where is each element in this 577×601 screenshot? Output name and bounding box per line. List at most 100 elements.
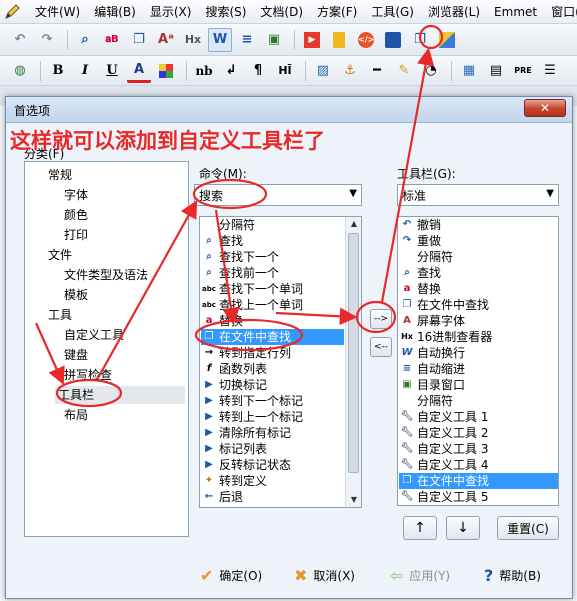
list-item[interactable]: A 屏幕字体 bbox=[399, 313, 465, 329]
scroll-thumb[interactable] bbox=[348, 233, 359, 473]
paragraph-icon[interactable]: ¶ bbox=[246, 59, 270, 83]
tree-item-custom-tools[interactable]: 自定义工具 bbox=[61, 326, 127, 344]
command-list[interactable]: 分隔符 ⌕ 查找 ⌕ 查找下一个 ⌕ 查找前一个 abc 查找下一个单词 abc 查找上一… bbox=[199, 216, 362, 508]
tree-item-general[interactable]: 常规 bbox=[45, 166, 75, 184]
list-item[interactable]: 🔧︎ 自定义工具 3 bbox=[399, 441, 489, 457]
list-item[interactable]: ▶ 转到下一个标记 bbox=[201, 393, 303, 409]
font-color-icon[interactable]: A bbox=[127, 59, 151, 83]
word-wrap-icon[interactable]: W bbox=[208, 27, 232, 52]
tree-item-toolbars[interactable]: 工具栏 bbox=[55, 386, 185, 404]
table-icon[interactable]: ▦ bbox=[457, 59, 481, 83]
list-item[interactable]: 🔧︎ 自定义工具 5 bbox=[399, 489, 489, 505]
screen-font-icon[interactable]: Aᵃ bbox=[154, 28, 178, 52]
find-icon[interactable]: ⌕ bbox=[73, 28, 97, 52]
menu-document[interactable]: 文档(D) bbox=[253, 3, 310, 20]
nobreak-icon[interactable]: nb bbox=[192, 59, 216, 83]
list-item[interactable]: ⌕ 查找下一个 bbox=[201, 249, 279, 265]
tree-item-color[interactable]: 颜色 bbox=[61, 206, 91, 224]
tree-item-font[interactable]: 字体 bbox=[61, 186, 91, 204]
list-item[interactable]: ❐ 在文件中查找 bbox=[399, 297, 490, 313]
cancel-button[interactable]: ✖ 取消(X) bbox=[294, 566, 355, 585]
tree-item-templates[interactable]: 模板 bbox=[61, 286, 91, 304]
reset-button[interactable]: 重置(C) bbox=[497, 516, 559, 540]
menu-browser[interactable]: 浏览器(L) bbox=[421, 3, 487, 20]
bookmark-icon[interactable] bbox=[327, 28, 351, 52]
code-icon[interactable]: </> bbox=[354, 28, 378, 52]
scroll-up-icon[interactable]: ▲ bbox=[346, 217, 361, 231]
list-item[interactable]: W 自动换行 bbox=[399, 345, 465, 361]
list-item-selected[interactable]: ❐ 在文件中查找 bbox=[201, 329, 344, 345]
list-item[interactable]: ≡ 自动缩进 bbox=[399, 361, 465, 377]
comment-icon[interactable]: ◔ bbox=[419, 59, 443, 83]
tree-item-layout[interactable]: 布局 bbox=[61, 406, 91, 424]
close-button[interactable]: ✕ bbox=[524, 99, 566, 117]
tree-item-tools[interactable]: 工具 bbox=[45, 306, 75, 324]
bold-icon[interactable]: B bbox=[46, 59, 70, 83]
menu-emmet[interactable]: Emmet bbox=[487, 5, 544, 19]
tree-item-print[interactable]: 打印 bbox=[61, 226, 91, 244]
toolbar-item-list[interactable]: ↶ 撤销 ↷ 重做 分隔符 ⌕ 查找 a 替换 ❐ 在文件中查找 A 屏幕字体 Hx 16进制… bbox=[397, 216, 559, 506]
list-icon[interactable]: ☰ bbox=[538, 59, 562, 83]
list-item[interactable]: a 替换 bbox=[399, 281, 441, 297]
terminal-icon[interactable] bbox=[381, 28, 405, 52]
list-item[interactable]: Hx 16进制查看器 bbox=[399, 329, 492, 345]
list-item[interactable]: ↶ 撤销 bbox=[399, 217, 441, 233]
scroll-down-icon[interactable]: ▼ bbox=[346, 493, 361, 507]
list-item[interactable]: 分隔符 bbox=[201, 217, 255, 233]
move-down-button[interactable]: ↓ bbox=[446, 516, 480, 540]
list-item[interactable]: abc 查找上一个单词 bbox=[201, 297, 303, 313]
pre-icon[interactable]: PRE bbox=[511, 59, 535, 83]
underline-icon[interactable]: U bbox=[100, 59, 124, 83]
tree-item-filetypes[interactable]: 文件类型及语法 bbox=[61, 266, 151, 284]
menu-search[interactable]: 搜索(S) bbox=[198, 3, 253, 20]
list-item[interactable]: 🔧︎ 自定义工具 4 bbox=[399, 457, 489, 473]
menu-view[interactable]: 显示(X) bbox=[143, 3, 199, 20]
list-item[interactable]: → 转到指定行列 bbox=[201, 345, 291, 361]
list-item[interactable]: 分隔符 bbox=[399, 393, 453, 409]
list-item[interactable]: ✦ 转到定义 bbox=[201, 473, 267, 489]
menu-file[interactable]: 文件(W) bbox=[28, 3, 87, 20]
toolbar-select[interactable]: 标准 ▼ bbox=[397, 184, 559, 206]
image-icon[interactable]: ▨ bbox=[311, 59, 335, 83]
menu-window[interactable]: 窗口(K) bbox=[544, 3, 577, 20]
directory-window-icon[interactable]: ▣ bbox=[262, 28, 286, 52]
ok-button[interactable]: ✔ 确定(O) bbox=[200, 566, 262, 585]
list-item[interactable]: ▶ 切换标记 bbox=[201, 377, 267, 393]
undo-icon[interactable]: ↶ bbox=[8, 28, 32, 52]
list-item[interactable]: f 函数列表 bbox=[201, 361, 267, 377]
list-item[interactable]: ⌕ 查找 bbox=[201, 233, 243, 249]
tree-item-keyboard[interactable]: 键盘 bbox=[61, 346, 91, 364]
list-item[interactable]: ▶ 反转标记状态 bbox=[201, 457, 291, 473]
add-to-toolbar-button[interactable]: --> bbox=[370, 309, 392, 329]
replace-icon[interactable]: 𝐚B bbox=[100, 28, 124, 52]
redo-icon[interactable]: ↷ bbox=[35, 28, 59, 52]
globe-icon[interactable]: ◍ bbox=[8, 59, 32, 83]
run-icon[interactable]: ▶ bbox=[300, 28, 324, 52]
pencil-icon[interactable]: ✎ bbox=[392, 59, 416, 83]
line-break-icon[interactable]: ↲ bbox=[219, 59, 243, 83]
italic-icon[interactable]: I bbox=[73, 59, 97, 83]
anchor-icon[interactable]: ⚓ bbox=[338, 59, 362, 83]
list-item[interactable]: 🔧︎ 自定义工具 2 bbox=[399, 425, 489, 441]
list-item[interactable]: ▶ 标记列表 bbox=[201, 441, 267, 457]
list-item[interactable]: ← 后退 bbox=[201, 489, 243, 505]
horizontal-rule-icon[interactable]: ━ bbox=[365, 59, 389, 83]
command-category-select[interactable]: 搜索 ▼ bbox=[194, 184, 362, 206]
list-item[interactable]: ⌕ 查找前一个 bbox=[201, 265, 279, 281]
list-item[interactable]: 分隔符 bbox=[399, 249, 453, 265]
form-icon[interactable]: ▤ bbox=[484, 59, 508, 83]
list-item[interactable]: ▶ 清除所有标记 bbox=[201, 425, 291, 441]
menu-edit[interactable]: 编辑(B) bbox=[87, 3, 143, 20]
tree-item-file[interactable]: 文件 bbox=[45, 246, 75, 264]
list-item[interactable]: a 替换 bbox=[201, 313, 243, 329]
find-in-files-icon[interactable]: ❐ bbox=[127, 28, 151, 52]
hex-viewer-icon[interactable]: Hx bbox=[181, 28, 205, 52]
help-button[interactable]: ? 帮助(B) bbox=[484, 566, 541, 585]
list-item[interactable]: ⌕ 查找 bbox=[399, 265, 441, 281]
apply-button[interactable]: ⇦ 应用(Y) bbox=[390, 566, 450, 585]
list-item-selected[interactable]: ❐ 在文件中查找 bbox=[399, 473, 558, 489]
list-item[interactable]: 🔧︎ 自定义工具 1 bbox=[399, 409, 489, 425]
app-pen-icon[interactable] bbox=[4, 3, 20, 21]
find-in-files-toolbar-icon[interactable]: ❐ bbox=[408, 28, 432, 52]
command-list-scrollbar[interactable]: ▲ ▼ bbox=[345, 217, 361, 507]
